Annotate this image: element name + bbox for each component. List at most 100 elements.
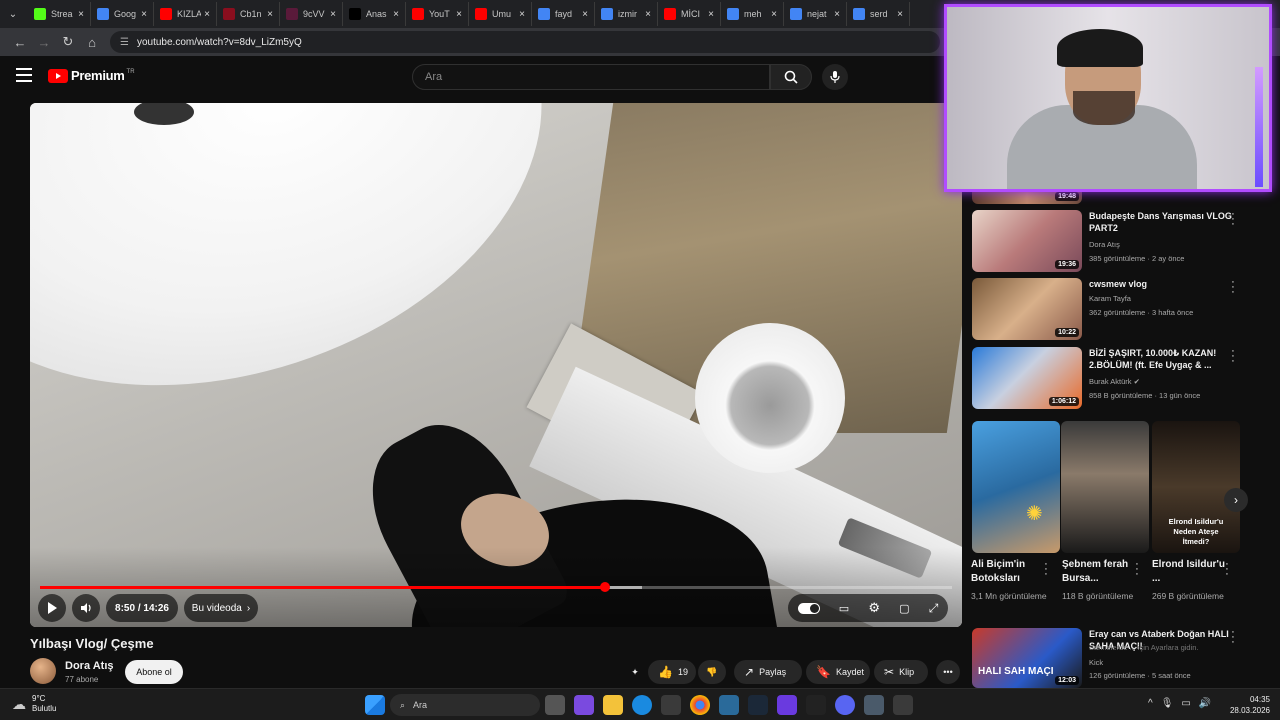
url-field[interactable]: ☰ youtube.com/watch?v=8dv_LiZm5yQ <box>110 31 940 53</box>
chrome-icon[interactable] <box>690 695 710 715</box>
short-thumbnail[interactable]: ✺ <box>972 421 1060 553</box>
close-icon[interactable]: × <box>330 9 336 20</box>
more-vertical-icon[interactable]: · · · <box>1132 559 1142 580</box>
forward-icon[interactable]: → <box>32 30 56 54</box>
youtube-logo[interactable]: Premium TR <box>48 68 135 83</box>
video-thumbnail[interactable]: 19:36 <box>972 210 1082 272</box>
windows-start-icon[interactable] <box>365 695 385 715</box>
close-icon[interactable]: × <box>897 9 903 20</box>
recommendation-channel[interactable]: Kick <box>1089 658 1103 667</box>
recommendation-channel[interactable]: Karam Tayfa <box>1089 294 1131 303</box>
browser-tab[interactable]: serd × <box>847 2 910 26</box>
discord-icon[interactable] <box>835 695 855 715</box>
more-vertical-icon[interactable]: · · · <box>1222 559 1232 580</box>
app-icon[interactable] <box>719 695 739 715</box>
browser-tab[interactable]: KIZLA × <box>154 2 217 26</box>
close-icon[interactable]: × <box>78 9 84 20</box>
close-icon[interactable]: × <box>708 9 714 20</box>
steam-icon[interactable] <box>748 695 768 715</box>
subtitles-icon[interactable]: ▭ <box>839 602 849 615</box>
home-icon[interactable]: ⌂ <box>80 30 104 54</box>
play-button[interactable] <box>38 594 66 622</box>
fullscreen-icon[interactable]: ⤢ <box>929 601 939 616</box>
site-info-icon[interactable]: ☰ <box>120 37 129 48</box>
browser-tab[interactable]: Cb1n × <box>217 2 280 26</box>
channel-avatar[interactable] <box>30 658 56 684</box>
settings-icon[interactable]: ⚙ <box>868 600 880 616</box>
back-icon[interactable]: ← <box>8 30 32 54</box>
browser-tab[interactable]: 9cVV × <box>280 2 343 26</box>
recommendation-item[interactable]: 19:36 Budapeşte Dans Yarışması VLOG PART… <box>972 209 1272 274</box>
autoplay-toggle[interactable] <box>797 602 820 614</box>
edge-icon[interactable] <box>632 695 652 715</box>
app-icon[interactable] <box>777 695 797 715</box>
store-icon[interactable] <box>661 695 681 715</box>
browser-tab[interactable]: fayd × <box>532 2 595 26</box>
video-thumbnail[interactable]: 10:22 <box>972 278 1082 340</box>
file-explorer-icon[interactable] <box>603 695 623 715</box>
weather-widget[interactable]: ☁ 9°C Bulutlu <box>12 694 56 714</box>
close-icon[interactable]: × <box>267 9 273 20</box>
recommendation-item[interactable]: 1:06:12 BİZİ ŞAŞIRT, 10.000₺ KAZAN! 2.BÖ… <box>972 346 1272 411</box>
more-vertical-icon[interactable]: · · · <box>1228 627 1238 648</box>
progress-bar[interactable] <box>40 582 952 592</box>
app-icon[interactable] <box>806 695 826 715</box>
video-thumbnail[interactable]: 1:06:12 <box>972 347 1082 409</box>
video-player[interactable]: 8:50 / 14:26 Bu videoda › ▭ ⚙ ▢ ⤢ <box>30 103 962 627</box>
save-button[interactable]: 🔖 Kaydet <box>806 660 870 684</box>
voice-search-button[interactable] <box>822 64 848 90</box>
browser-tab[interactable]: izmir × <box>595 2 658 26</box>
theater-mode-icon[interactable]: ▢ <box>899 602 909 615</box>
browser-tab[interactable]: nejat × <box>784 2 847 26</box>
browser-tab[interactable]: Umu × <box>469 2 532 26</box>
close-icon[interactable]: × <box>582 9 588 20</box>
ask-button[interactable]: ✦ <box>624 660 646 684</box>
clip-button[interactable]: ✂ Klip <box>874 660 928 684</box>
recommendation-title[interactable]: Budapeşte Dans Yarışması VLOG PART2 <box>1089 210 1234 234</box>
more-vertical-icon[interactable]: · · · <box>1228 346 1238 367</box>
browser-tab[interactable]: MİCI × <box>658 2 721 26</box>
recommendation-channel[interactable]: Burak Aktürk ✔ <box>1089 377 1140 386</box>
channel-name[interactable]: Dora Atış <box>65 660 114 672</box>
system-tray[interactable]: ^🎙▭🔊 <box>1148 698 1219 709</box>
app-icon[interactable] <box>893 695 913 715</box>
short-thumbnail[interactable] <box>1061 421 1149 553</box>
short-thumbnail[interactable]: Elrond Isildur'u Neden Ateşe İtmedi? <box>1152 421 1240 553</box>
recommendation-channel[interactable]: Dora Atış <box>1089 240 1120 249</box>
short-title[interactable]: Elrond Isildur'u ... <box>1152 558 1232 586</box>
recommendation-title[interactable]: cwsmew vlog <box>1089 278 1234 290</box>
recommendation-item[interactable]: HALI SAH MAÇI 12:03 Eray can vs Ataberk … <box>972 627 1272 688</box>
short-title[interactable]: Ali Biçim'in Botoksları <box>971 558 1051 586</box>
app-icon[interactable] <box>574 695 594 715</box>
shorts-next-button[interactable]: › <box>1224 488 1248 512</box>
close-icon[interactable]: × <box>645 9 651 20</box>
search-input[interactable]: Ara <box>412 64 770 90</box>
more-vertical-icon[interactable]: · · · <box>1228 277 1238 298</box>
browser-tab[interactable]: meh × <box>721 2 784 26</box>
video-thumbnail[interactable]: HALI SAH MAÇI 12:03 <box>972 628 1082 688</box>
recommendation-item[interactable]: 10:22 cwsmew vlog Karam Tayfa 362 görünt… <box>972 277 1272 342</box>
close-icon[interactable]: × <box>771 9 777 20</box>
short-title[interactable]: Şebnem ferah Bursa... <box>1062 558 1142 586</box>
close-icon[interactable]: × <box>393 9 399 20</box>
browser-tab[interactable]: Anas × <box>343 2 406 26</box>
reload-icon[interactable]: ↻ <box>56 30 80 54</box>
settings-icon[interactable] <box>864 695 884 715</box>
menu-icon[interactable] <box>16 68 32 82</box>
close-icon[interactable]: × <box>204 9 210 20</box>
clock[interactable]: 04:35 28.03.2026 <box>1230 694 1270 716</box>
close-icon[interactable]: × <box>141 9 147 20</box>
browser-tab[interactable]: YouT × <box>406 2 469 26</box>
browser-tab[interactable]: Strea × <box>28 2 91 26</box>
taskbar-search[interactable]: ⌕ Ara <box>390 694 540 716</box>
more-vertical-icon[interactable]: · · · <box>1228 209 1238 230</box>
chapter-button[interactable]: Bu videoda › <box>184 594 258 622</box>
close-icon[interactable]: × <box>519 9 525 20</box>
share-button[interactable]: ↗ Paylaş <box>734 660 802 684</box>
close-icon[interactable]: × <box>834 9 840 20</box>
browser-tab[interactable]: Goog × <box>91 2 154 26</box>
close-icon[interactable]: × <box>456 9 462 20</box>
more-vertical-icon[interactable]: · · · <box>1041 559 1051 580</box>
mute-button[interactable] <box>72 594 100 622</box>
like-button[interactable]: 👍 19 <box>648 660 696 684</box>
